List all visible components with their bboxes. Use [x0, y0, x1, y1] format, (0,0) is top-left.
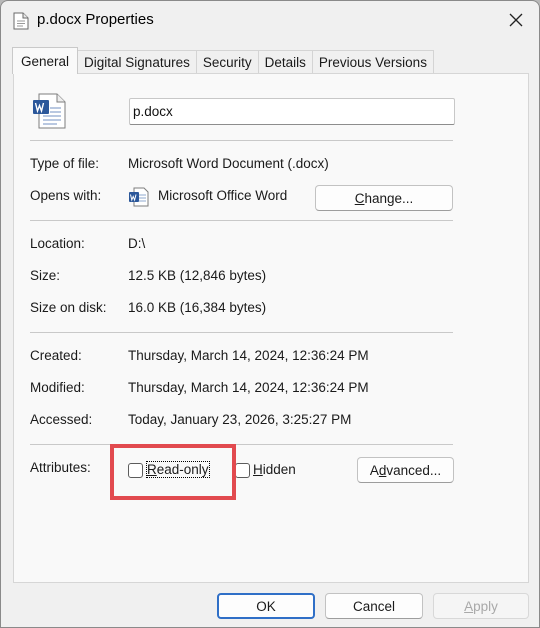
close-icon	[509, 13, 523, 27]
general-panel	[13, 73, 529, 583]
hidden-checkbox[interactable]	[235, 463, 250, 478]
change-button-label: hange...	[364, 190, 414, 206]
accessed-value: Today, January 23, 2026, 3:25:27 PM	[128, 412, 352, 427]
tab-previous-versions[interactable]: Previous Versions	[311, 50, 434, 74]
word-app-icon	[129, 187, 149, 207]
close-button[interactable]	[501, 7, 531, 33]
separator	[30, 332, 453, 333]
apply-button[interactable]: Apply	[433, 593, 529, 619]
hidden-mnemonic: H	[253, 462, 263, 477]
hidden-label[interactable]: Hidden	[253, 462, 296, 477]
created-value: Thursday, March 14, 2024, 12:36:24 PM	[128, 348, 369, 363]
properties-dialog: p.docx Properties General Digital Signat…	[0, 0, 540, 628]
apply-text: pply	[473, 598, 498, 614]
location-label: Location:	[30, 236, 85, 251]
read-only-mnemonic: R	[147, 462, 157, 477]
separator	[30, 444, 453, 445]
tab-digital-signatures[interactable]: Digital Signatures	[77, 50, 197, 74]
modified-value: Thursday, March 14, 2024, 12:36:24 PM	[128, 380, 369, 395]
tab-general[interactable]: General	[12, 47, 79, 74]
opens-with-label: Opens with:	[30, 188, 102, 203]
advanced-prefix: A	[369, 462, 379, 478]
size-on-disk-label: Size on disk:	[30, 300, 107, 315]
size-label: Size:	[30, 268, 61, 283]
separator	[30, 140, 453, 141]
word-document-icon	[33, 93, 66, 129]
cancel-label: Cancel	[352, 598, 396, 614]
cancel-button[interactable]: Cancel	[325, 593, 423, 619]
window-title: p.docx Properties	[37, 11, 154, 28]
change-button-mnemonic: C	[354, 190, 365, 206]
opens-with-value: Microsoft Office Word	[158, 188, 288, 203]
advanced-text: vanced...	[386, 462, 442, 478]
ok-label: OK	[256, 598, 276, 614]
change-button[interactable]: Change...	[315, 185, 453, 211]
attributes-label: Attributes:	[30, 460, 91, 475]
modified-label: Modified:	[30, 380, 85, 395]
accessed-label: Accessed:	[30, 412, 93, 427]
type-of-file-value: Microsoft Word Document (.docx)	[128, 156, 329, 171]
tab-strip: General Digital Signatures Security Deta…	[12, 47, 434, 74]
location-value: D:\	[128, 236, 146, 251]
apply-mnemonic: A	[464, 598, 474, 614]
title-bar: p.docx Properties	[1, 1, 539, 41]
read-only-checkbox[interactable]	[128, 463, 143, 478]
advanced-mnemonic: d	[378, 462, 387, 478]
type-of-file-label: Type of file:	[30, 156, 100, 171]
read-only-label[interactable]: Read-only	[146, 461, 210, 478]
advanced-button[interactable]: Ad vanced...	[357, 457, 454, 483]
document-icon	[13, 12, 29, 30]
created-label: Created:	[30, 348, 82, 363]
file-name-input[interactable]	[129, 98, 455, 125]
hidden-text: idden	[262, 462, 296, 477]
size-value: 12.5 KB (12,846 bytes)	[128, 268, 267, 283]
separator	[30, 220, 453, 221]
read-only-text: ead-only	[156, 462, 209, 477]
ok-button[interactable]: OK	[217, 593, 315, 619]
size-on-disk-value: 16.0 KB (16,384 bytes)	[128, 300, 267, 315]
tab-details[interactable]: Details	[257, 50, 313, 74]
tab-security[interactable]: Security	[195, 50, 259, 74]
